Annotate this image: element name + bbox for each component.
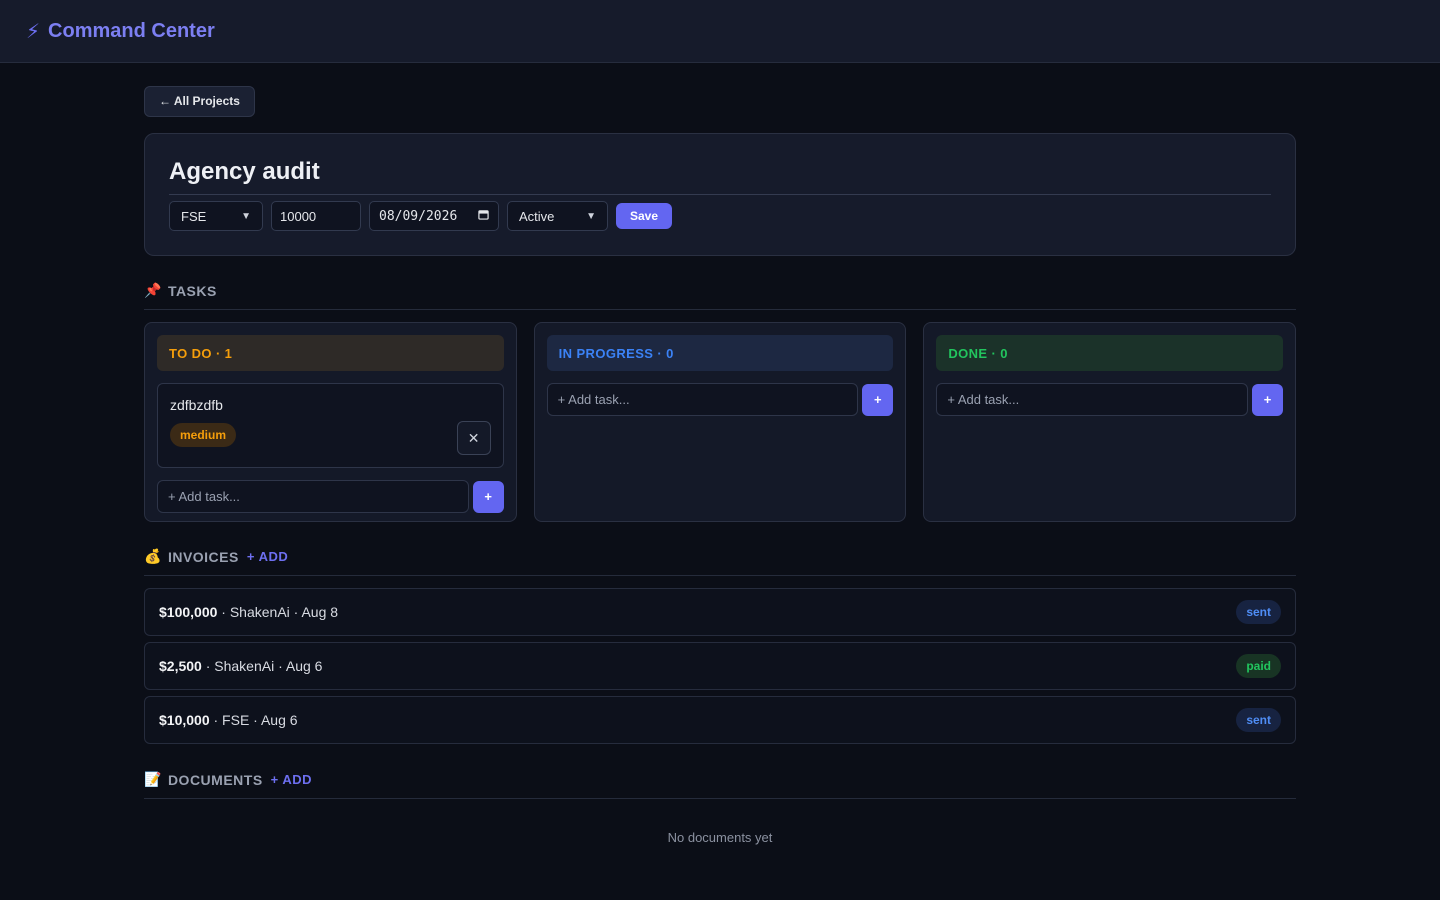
project-title-input[interactable]: Agency audit — [169, 158, 1271, 195]
task-card[interactable]: zdfbzdfb medium ✕ — [157, 383, 504, 468]
close-icon: ✕ — [467, 429, 480, 446]
tasks-heading: TASKS — [167, 282, 217, 299]
add-task-row: + Add task... + — [157, 480, 504, 513]
chevron-down-icon: ▼ — [586, 210, 596, 222]
invoice-status-badge: paid — [1236, 654, 1281, 678]
delete-task-button[interactable]: ✕ — [456, 421, 491, 455]
invoices-section-header: 💰 INVOICES + ADD — [144, 548, 1296, 576]
column-done: DONE · 0 + Add task... + — [923, 322, 1297, 522]
invoice-summary: $2,500 · ShakenAi · Aug 6 — [159, 658, 322, 674]
project-controls: FSE ▼ 10000 08/09/2026 Active ▼ Save — [169, 201, 1271, 231]
invoice-details: · ShakenAi · Aug 6 — [205, 658, 323, 674]
client-value: FSE — [181, 208, 207, 224]
date-value: 08/09/2026 — [379, 208, 458, 224]
invoice-row[interactable]: $100,000 · ShakenAi · Aug 8 sent — [144, 588, 1296, 636]
priority-badge: medium — [170, 423, 237, 447]
all-projects-button[interactable]: ← All Projects — [144, 86, 255, 117]
task-title: zdfbzdfb — [170, 397, 223, 413]
status-value: Active — [519, 208, 555, 224]
documents-empty-state: No documents yet — [667, 830, 773, 845]
add-task-button[interactable]: + — [1252, 383, 1284, 416]
invoice-amount: $100,000 — [159, 604, 218, 620]
invoice-status-badge: sent — [1236, 708, 1281, 732]
invoice-list: $100,000 · ShakenAi · Aug 8 sent $2,500 … — [144, 588, 1296, 744]
invoice-summary: $10,000 · FSE · Aug 6 — [159, 712, 298, 728]
documents-section-header: 📝 DOCUMENTS + ADD — [144, 771, 1296, 799]
task-board: TO DO · 1 zdfbzdfb medium ✕ + Add task..… — [144, 322, 1297, 522]
invoice-summary: $100,000 · ShakenAi · Aug 8 — [159, 604, 338, 620]
invoice-amount: $2,500 — [159, 658, 202, 674]
client-select[interactable]: FSE ▼ — [169, 201, 263, 231]
memo-icon: 📝 — [144, 771, 162, 787]
money-bag-icon: 💰 — [144, 548, 162, 564]
column-todo: TO DO · 1 zdfbzdfb medium ✕ + Add task..… — [144, 322, 517, 522]
calendar-icon[interactable] — [478, 209, 489, 224]
save-button[interactable]: Save — [616, 203, 673, 229]
add-document-link[interactable]: + ADD — [271, 772, 312, 787]
add-invoice-link[interactable]: + ADD — [247, 549, 288, 564]
budget-value: 10000 — [280, 208, 317, 224]
status-select[interactable]: Active ▼ — [507, 201, 608, 231]
project-card: Agency audit FSE ▼ 10000 08/09/2026 Acti… — [144, 133, 1296, 256]
date-input[interactable]: 08/09/2026 — [369, 201, 499, 231]
main-content: ← All Projects Agency audit FSE ▼ 10000 … — [144, 63, 1297, 845]
invoice-row[interactable]: $10,000 · FSE · Aug 6 sent — [144, 696, 1296, 744]
column-header-done: DONE · 0 — [936, 335, 1284, 371]
invoice-status-badge: sent — [1236, 600, 1281, 624]
invoices-heading: INVOICES — [167, 548, 239, 565]
invoice-details: · ShakenAi · Aug 8 — [221, 604, 339, 620]
add-task-row: + Add task... + — [546, 383, 894, 416]
tasks-section-header: 📌 TASKS — [144, 282, 1296, 310]
add-task-input[interactable]: + Add task... — [546, 383, 859, 416]
app-title: Command Center — [48, 19, 215, 42]
chevron-down-icon: ▼ — [241, 210, 251, 222]
column-in-progress: IN PROGRESS · 0 + Add task... + — [533, 322, 907, 522]
invoice-row[interactable]: $2,500 · ShakenAi · Aug 6 paid — [144, 642, 1296, 690]
brand[interactable]: ⚡ Command Center — [26, 19, 215, 44]
column-header-in-progress: IN PROGRESS · 0 — [546, 335, 894, 371]
invoice-details: · FSE · Aug 6 — [213, 712, 298, 728]
column-header-todo: TO DO · 1 — [157, 335, 504, 371]
add-task-button[interactable]: + — [472, 480, 504, 513]
pushpin-icon: 📌 — [144, 282, 162, 298]
top-bar: ⚡ Command Center — [0, 0, 1440, 63]
add-task-input[interactable]: + Add task... — [157, 480, 469, 513]
documents-heading: DOCUMENTS — [167, 771, 263, 788]
budget-input[interactable]: 10000 — [271, 201, 361, 231]
add-task-row: + Add task... + — [936, 383, 1284, 416]
bolt-icon: ⚡ — [26, 20, 41, 43]
add-task-input[interactable]: + Add task... — [936, 383, 1249, 416]
invoice-amount: $10,000 — [159, 712, 210, 728]
add-task-button[interactable]: + — [862, 383, 894, 416]
